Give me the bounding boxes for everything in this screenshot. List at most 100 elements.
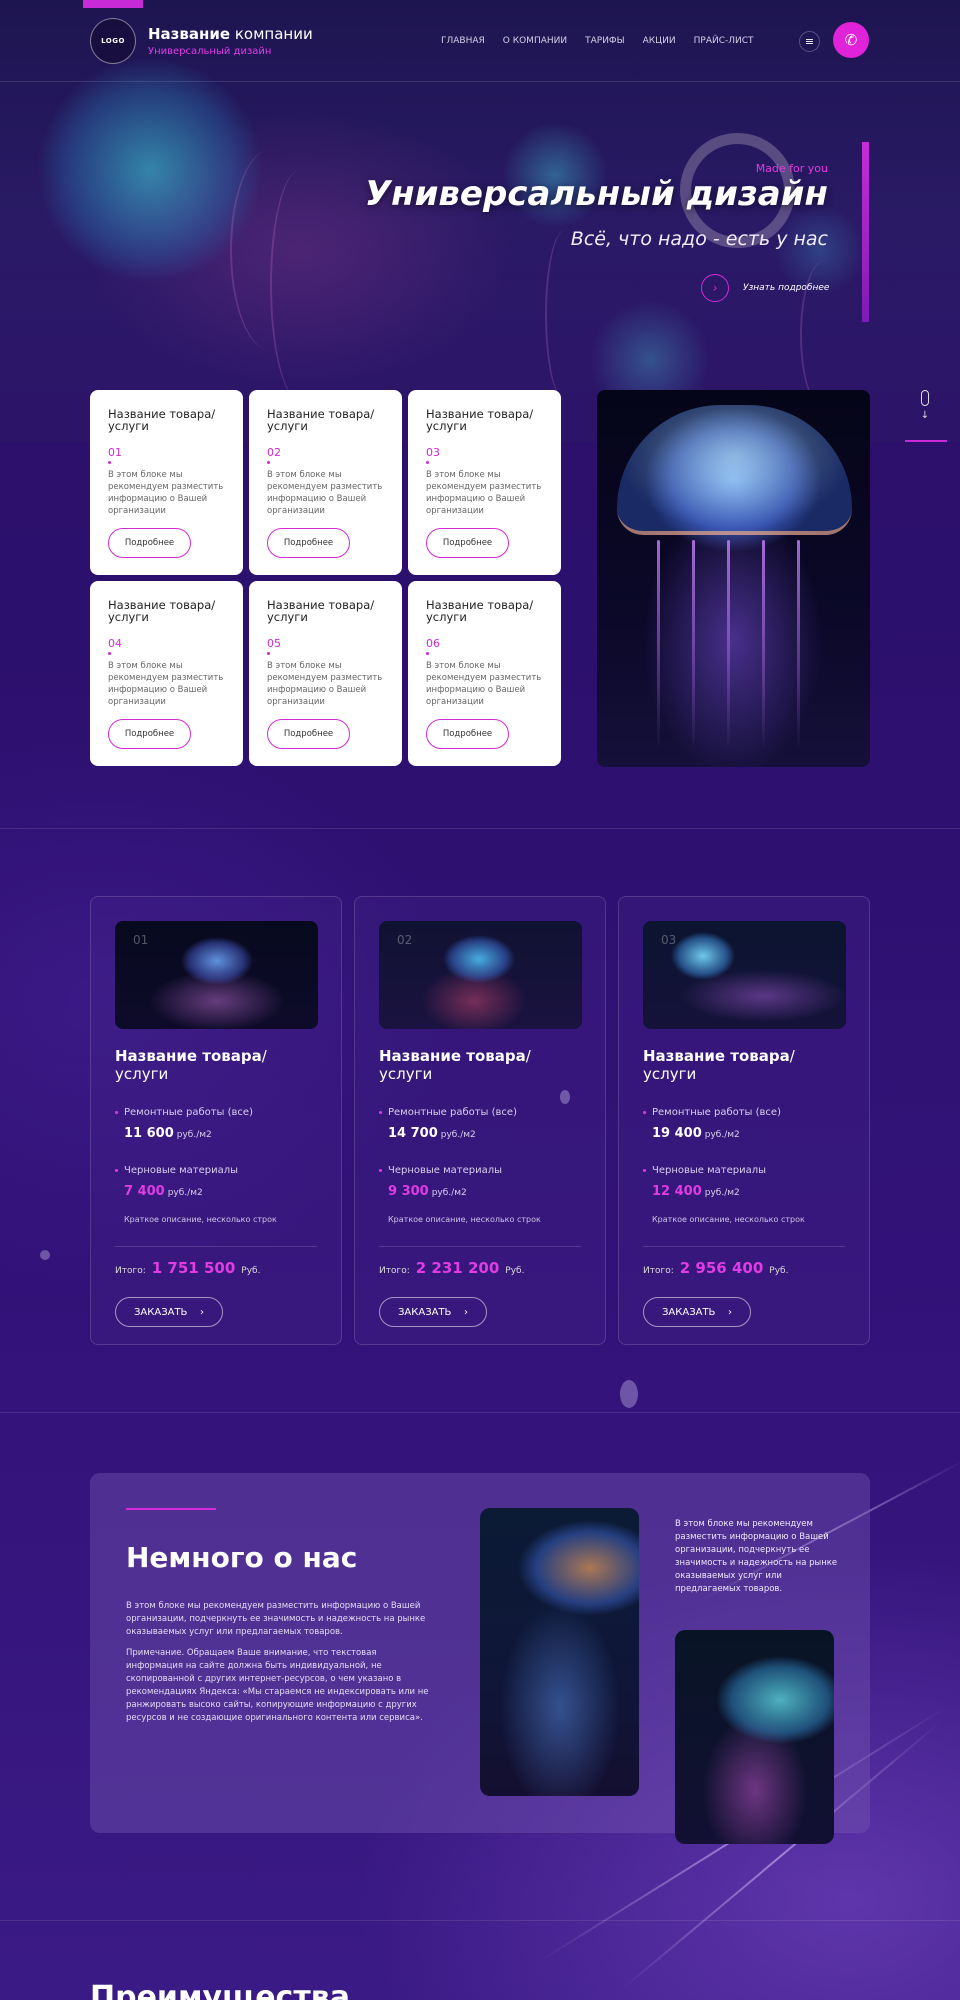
pricing-description: Краткое описание, несколько строк	[124, 1215, 277, 1224]
services-grid: Название товара/ услуги 01 В этом блоке мы…	[90, 390, 561, 766]
pricing-item-label: Ремонтные работы (все)	[115, 1107, 317, 1118]
service-title: Название товара/ услуги	[108, 407, 216, 433]
details-button[interactable]: Подробнее	[426, 528, 509, 558]
jellyfish-image	[597, 390, 870, 767]
pricing-separator	[115, 1246, 317, 1247]
pricing-image: 02	[379, 921, 582, 1029]
hero-accent-bar	[862, 142, 869, 322]
scroll-indicator[interactable]: ↓	[918, 390, 932, 421]
pricing-title: Название товара/услуги	[379, 1047, 531, 1083]
nav-item-tariffs[interactable]: ТАРИФЫ	[585, 36, 625, 46]
order-button[interactable]: ЗАКАЗАТЬ ›	[643, 1297, 751, 1327]
service-card: Название товара/ услуги 01 В этом блоке мы…	[90, 390, 243, 575]
service-title: Название товара/ услуги	[426, 407, 534, 433]
tentacle	[727, 540, 730, 750]
service-number: 06	[426, 637, 440, 650]
service-number: 01	[108, 446, 122, 459]
about-side-text: В этом блоке мы рекомендуем разместить и…	[675, 1519, 838, 1594]
pricing-item-value: 14 700 руб./м2	[388, 1126, 476, 1141]
service-card: Название товара/ услуги 06 В этом блоке мы…	[408, 581, 561, 766]
hero-section: LOGO Название компании Универсальный диз…	[0, 0, 960, 442]
page: LOGO Название компании Универсальный диз…	[0, 0, 960, 2000]
order-button[interactable]: ЗАКАЗАТЬ ›	[115, 1297, 223, 1327]
pricing-separator	[379, 1246, 581, 1247]
about-image-right	[675, 1630, 834, 1844]
details-button[interactable]: Подробнее	[267, 719, 350, 749]
service-text: В этом блоке мы рекомендуем разместить и…	[108, 470, 224, 516]
service-card: Название товара/ услуги 03 В этом блоке мы…	[408, 390, 561, 575]
tentacle	[797, 540, 800, 750]
brand-tagline: Универсальный дизайн	[148, 46, 272, 57]
chevron-right-icon: ›	[728, 1306, 732, 1318]
service-title: Название товара/ услуги	[267, 598, 375, 624]
pricing-description: Краткое описание, несколько строк	[652, 1215, 805, 1224]
menu-button[interactable]: ≡	[799, 31, 820, 52]
about-image-left	[480, 1508, 639, 1796]
service-card: Название товара/ услуги 04 В этом блоке мы…	[90, 581, 243, 766]
nav-item-promotions[interactable]: АКЦИИ	[643, 36, 676, 46]
pricing-separator	[643, 1246, 845, 1247]
details-button[interactable]: Подробнее	[267, 528, 350, 558]
section-divider	[0, 1920, 960, 1921]
pricing-image: 01	[115, 921, 318, 1029]
nav-item-price-list[interactable]: ПРАЙС-ЛИСТ	[694, 36, 754, 46]
pricing-title: Название товара/услуги	[115, 1047, 267, 1083]
pricing-number: 03	[661, 933, 677, 947]
mouse-icon	[921, 390, 929, 406]
pricing-item-label: Черновые материалы	[643, 1165, 845, 1176]
bubble	[40, 1250, 50, 1260]
pricing-number: 01	[133, 933, 149, 947]
accent-dot	[108, 652, 111, 655]
chevron-right-icon: ›	[200, 1306, 204, 1318]
hamburger-icon: ≡	[804, 35, 815, 48]
pricing-total: Итого: 2 956 400 Руб.	[643, 1259, 789, 1277]
pricing-card: 03 Название товара/услуги Ремонтные работы…	[618, 896, 870, 1345]
pricing-item-value: 19 400 руб./м2	[652, 1126, 740, 1141]
service-text: В этом блоке мы рекомендуем разместить и…	[267, 661, 383, 707]
details-button[interactable]: Подробнее	[108, 719, 191, 749]
pricing-item-value: 12 400 руб./м2	[652, 1184, 740, 1199]
chevron-right-icon: ›	[701, 274, 729, 302]
brand[interactable]: Название компании Универсальный дизайн	[148, 25, 313, 57]
header-accent-strip	[83, 0, 143, 8]
pricing-item-label: Черновые материалы	[379, 1165, 581, 1176]
hero-subtitle: Всё, что надо - есть у нас	[570, 228, 828, 250]
service-text: В этом блоке мы рекомендуем разместить и…	[426, 470, 542, 516]
order-button[interactable]: ЗАКАЗАТЬ ›	[379, 1297, 487, 1327]
learn-more-label: Узнать подробнее	[743, 283, 830, 293]
nav-item-home[interactable]: ГЛАВНАЯ	[441, 36, 485, 46]
service-number: 05	[267, 637, 281, 650]
pricing-image: 03	[643, 921, 846, 1029]
hero-title: Универсальный дизайн	[364, 174, 828, 214]
pricing-item-value: 9 300 руб./м2	[388, 1184, 467, 1199]
call-button[interactable]: ✆	[833, 22, 869, 58]
logo[interactable]: LOGO	[90, 18, 136, 64]
bubble	[560, 1090, 570, 1104]
advantages-title: Преимущества	[90, 1980, 350, 2000]
service-card: Название товара/ услуги 02 В этом блоке мы…	[249, 390, 402, 575]
about-title: Немного о нас	[126, 1541, 358, 1574]
nav-item-about[interactable]: О КОМПАНИИ	[503, 36, 567, 46]
service-text: В этом блоке мы рекомендуем разместить и…	[267, 470, 383, 516]
pricing-item-value: 7 400 руб./м2	[124, 1184, 203, 1199]
service-title: Название товара/ услуги	[426, 598, 534, 624]
details-button[interactable]: Подробнее	[108, 528, 191, 558]
chevron-right-icon: ›	[464, 1306, 468, 1318]
brand-name: Название компании	[148, 25, 313, 43]
pricing-total: Итого: 1 751 500 Руб.	[115, 1259, 261, 1277]
scroll-accent-line	[905, 440, 947, 442]
about-note: Примечание. Обращаем Ваше внимание, что …	[126, 1648, 429, 1723]
pricing-item-label: Черновые материалы	[115, 1165, 317, 1176]
pricing-title: Название товара/услуги	[643, 1047, 795, 1083]
bubble	[620, 1380, 638, 1408]
learn-more-link[interactable]: › Узнать подробнее	[701, 274, 829, 302]
service-number: 03	[426, 446, 440, 459]
pricing-item-label: Ремонтные работы (все)	[643, 1107, 845, 1118]
about-accent-line	[126, 1508, 216, 1510]
service-title: Название товара/ услуги	[267, 407, 375, 433]
service-number: 02	[267, 446, 281, 459]
pricing-card: 01 Название товара/услуги Ремонтные работы…	[90, 896, 342, 1345]
site-header: LOGO Название компании Универсальный диз…	[0, 0, 960, 82]
details-button[interactable]: Подробнее	[426, 719, 509, 749]
pricing-card: 02 Название товара/услуги Ремонтные работы…	[354, 896, 606, 1345]
